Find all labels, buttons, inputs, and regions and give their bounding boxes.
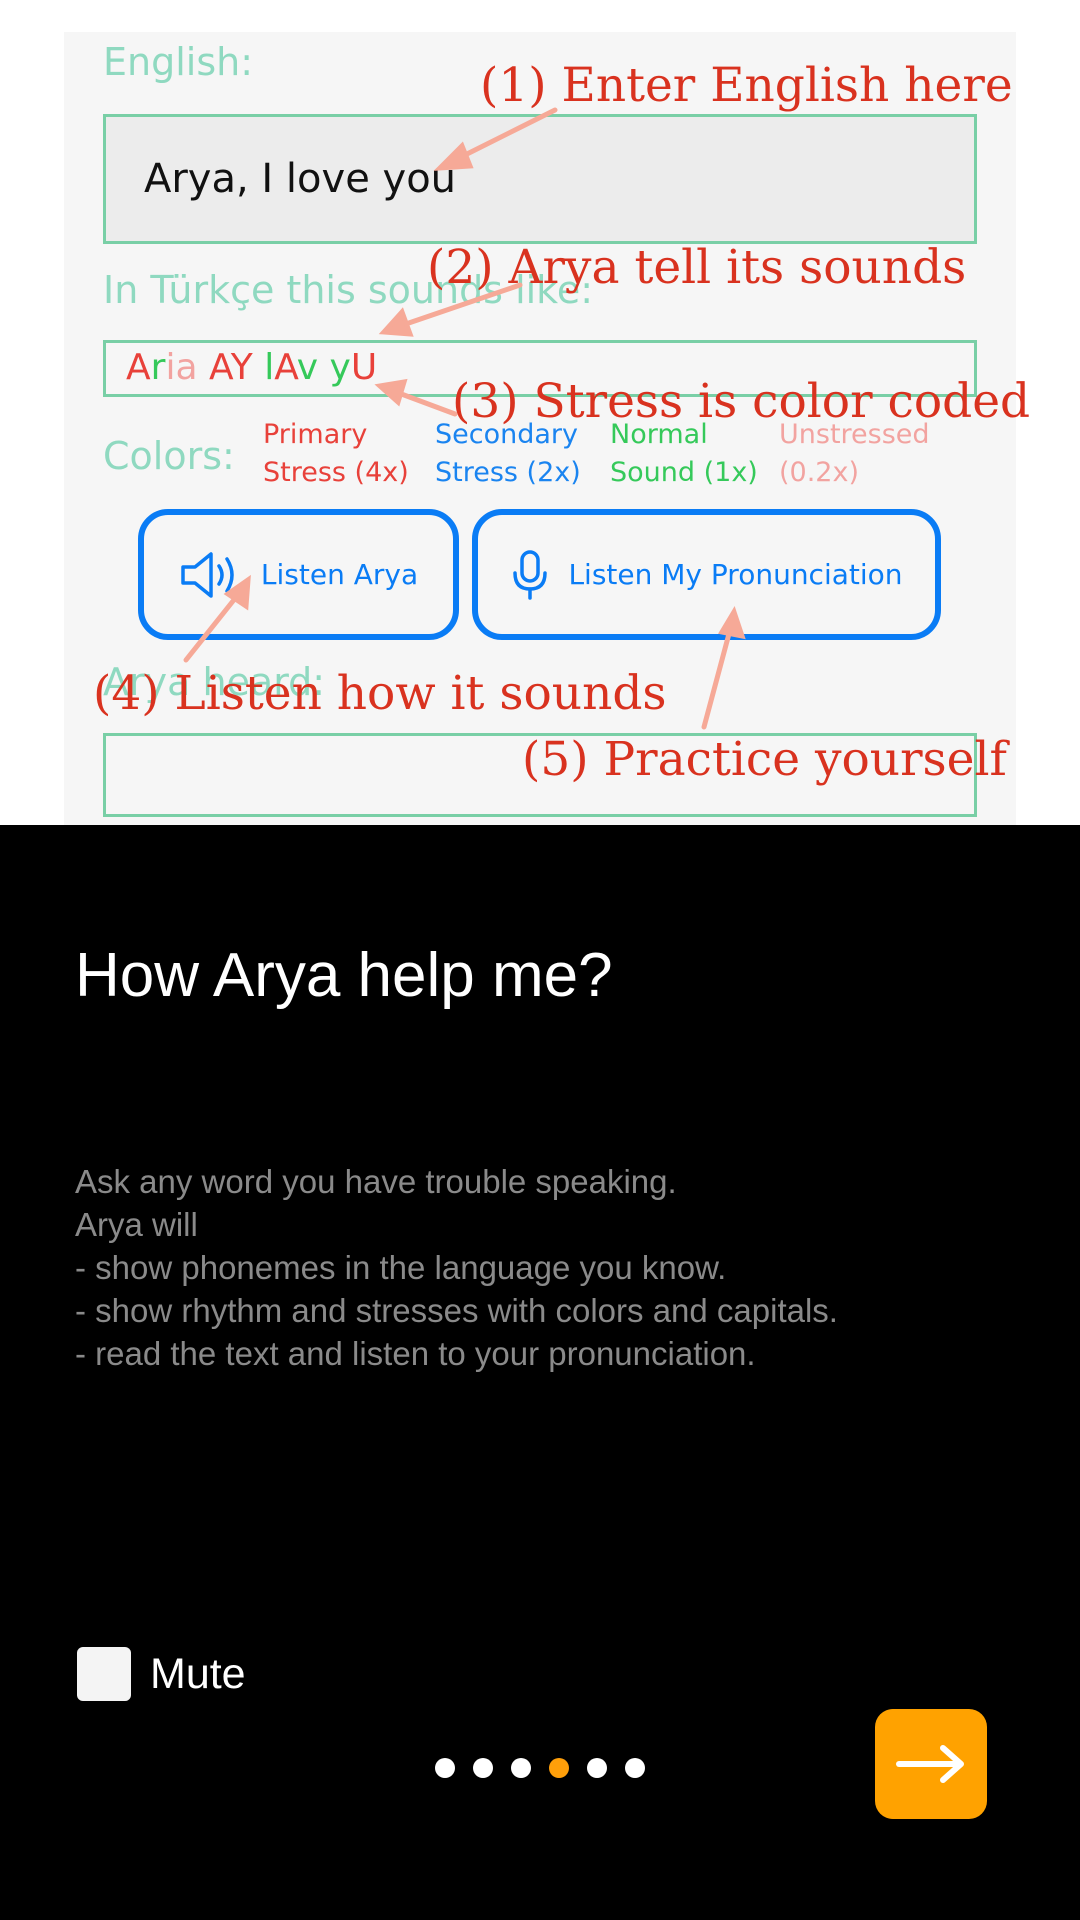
mute-checkbox[interactable] [77, 1647, 131, 1701]
page-dot[interactable] [511, 1758, 531, 1778]
sound-segment: U [350, 347, 378, 388]
listen-arya-label: Listen Arya [260, 558, 419, 591]
listen-my-pronunciation-label: Listen My Pronunciation [568, 558, 903, 591]
colors-label: Colors: [103, 434, 235, 478]
annotation-2: (2) Arya tell its sounds [427, 240, 967, 295]
legend-primary-stress: Primary Stress (4x) [263, 416, 409, 492]
sound-segment: r [150, 347, 166, 388]
next-button[interactable] [875, 1709, 987, 1819]
legend-line: Stress (2x) [435, 457, 581, 488]
page-description: Ask any word you have trouble speaking. … [75, 1163, 838, 1372]
sound-segment: l [264, 347, 275, 388]
page-title: How Arya help me? [75, 941, 613, 1010]
annotation-5: (5) Practice yourself [522, 732, 1007, 787]
page-dot[interactable] [625, 1758, 645, 1778]
arrow-right-icon [896, 1745, 964, 1783]
legend-line: (0.2x) [779, 457, 859, 488]
page-dot[interactable] [587, 1758, 607, 1778]
page-indicator [435, 1758, 645, 1778]
listen-arya-button: Listen Arya [138, 509, 459, 640]
page-dot[interactable] [473, 1758, 493, 1778]
legend-line: Stress (4x) [263, 457, 409, 488]
speaker-icon [179, 550, 243, 600]
sound-segment: AY [208, 347, 265, 388]
listen-my-pronunciation-button: Listen My Pronunciation [472, 509, 941, 640]
annotation-3: (3) Stress is color coded [452, 374, 1031, 429]
annotation-4: (4) Listen how it sounds [93, 666, 667, 721]
annotation-1: (1) Enter English here [480, 58, 1013, 113]
sound-segment: ia [165, 347, 209, 388]
sound-segment: A [126, 347, 151, 388]
english-input-value: Arya, I love you [144, 156, 457, 202]
page-dot[interactable] [435, 1758, 455, 1778]
legend-line: Primary [263, 419, 368, 450]
english-label: English: [103, 40, 254, 84]
microphone-icon [510, 549, 550, 601]
sound-segment: y [329, 347, 351, 388]
mute-label[interactable]: Mute [150, 1650, 246, 1699]
sound-segment: v [296, 347, 330, 388]
tutorial-image: English: Arya, I love you In Türkçe this… [0, 0, 1080, 825]
page-dot-active[interactable] [549, 1758, 569, 1778]
legend-line: Sound (1x) [610, 457, 758, 488]
sound-segment: A [274, 347, 297, 388]
sounds-value: Aria AY lAv yU [126, 347, 377, 388]
